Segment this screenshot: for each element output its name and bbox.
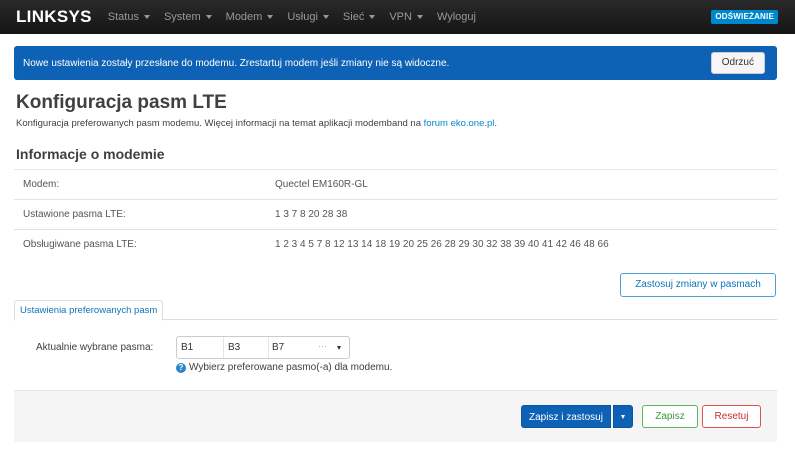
band-chip: B3 <box>228 342 241 353</box>
save-apply-button[interactable]: Zapisz i zastosuj <box>521 405 611 428</box>
tab-preferred-bands[interactable]: Ustawienia preferowanych pasm <box>14 300 164 321</box>
save-apply-dropdown-toggle[interactable] <box>612 405 633 428</box>
description-suffix: . <box>494 118 498 129</box>
nav-menu-modem-label: Modem <box>225 11 263 23</box>
table-row: Ustawione pasma LTE: 1 3 7 8 20 28 38 <box>14 199 777 229</box>
description-text: Konfiguracja preferowanych pasm modemu. … <box>16 118 424 129</box>
nav-menu-modem[interactable]: Modem <box>226 11 274 23</box>
dismiss-button[interactable]: Odrzuć <box>710 52 765 74</box>
nav-menu-services-label: Usługi <box>287 11 318 23</box>
chevron-down-icon <box>369 15 376 19</box>
nav-menu-vpn[interactable]: VPN <box>389 11 423 23</box>
refresh-badge[interactable]: ODŚWIEŻANIE <box>711 10 778 24</box>
info-label: Obsługiwane pasma LTE: <box>23 239 137 250</box>
chevron-down-icon <box>267 15 274 19</box>
chip-divider <box>268 337 269 358</box>
info-alert: Nowe ustawienia zostały przesłane do mod… <box>14 46 777 80</box>
save-button[interactable]: Zapisz <box>642 405 698 428</box>
tab-bar: Ustawienia preferowanych pasm <box>14 300 777 321</box>
nav-logout[interactable]: Wyloguj <box>437 11 476 23</box>
question-icon: ? <box>176 362 186 373</box>
nav-menu-network[interactable]: Sieć <box>342 11 376 23</box>
band-chip: B1 <box>181 342 194 353</box>
page-description: Konfiguracja preferowanych pasm modemu. … <box>16 118 497 129</box>
chevron-down-icon <box>337 346 341 350</box>
nav-menu-system[interactable]: System <box>164 11 212 23</box>
nav-menu-system-label: System <box>163 11 201 23</box>
band-chip: B7 <box>272 342 285 353</box>
more-bands-indicator: ··· <box>318 341 327 351</box>
apply-bands-button[interactable]: Zastosuj zmiany w pasmach <box>620 273 776 297</box>
reset-button[interactable]: Resetuj <box>702 405 761 428</box>
info-label: Modem: <box>23 179 60 190</box>
info-value: Quectel EM160R-GL <box>275 179 368 190</box>
band-multiselect[interactable]: B1 B3 B7 ··· <box>176 336 350 359</box>
chevron-down-icon <box>416 15 423 19</box>
nav-menu-vpn-label: VPN <box>389 11 412 23</box>
table-row: Modem: Quectel EM160R-GL <box>14 169 777 199</box>
info-value: 1 2 3 4 5 7 8 12 13 14 18 19 20 25 26 28… <box>275 239 609 250</box>
modem-info-table: Modem: Quectel EM160R-GL Ustawione pasma… <box>14 169 777 259</box>
help-text: Wybierz preferowane pasmo(-a) dla modemu… <box>189 362 393 373</box>
chevron-down-icon <box>143 15 150 19</box>
brand-logo[interactable]: LINKSYS <box>16 7 92 27</box>
chip-divider <box>223 337 224 358</box>
nav-menu-services[interactable]: Usługi <box>287 11 329 23</box>
save-apply-split-button: Zapisz i zastosuj <box>521 405 633 428</box>
top-navbar: LINKSYS Status System Modem Usługi Sieć … <box>0 0 795 34</box>
chevron-down-icon <box>205 15 212 19</box>
page-title: Konfiguracja pasm LTE <box>16 92 227 113</box>
info-label: Ustawione pasma LTE: <box>23 209 126 220</box>
nav-menu-network-label: Sieć <box>342 11 365 23</box>
chevron-down-icon <box>322 15 329 19</box>
modem-info-title: Informacje o modemie <box>16 146 165 162</box>
selected-bands-label: Aktualnie wybrane pasma: <box>36 342 154 353</box>
nav-menu-status-label: Status <box>107 11 139 23</box>
alert-message: Nowe ustawienia zostały przesłane do mod… <box>23 57 450 69</box>
help-text-row: ? Wybierz preferowane pasmo(-a) dla mode… <box>176 362 392 373</box>
nav-menu-status[interactable]: Status <box>108 11 150 23</box>
forum-link[interactable]: forum eko.one.pl <box>424 118 495 129</box>
table-row: Obsługiwane pasma LTE: 1 2 3 4 5 7 8 12 … <box>14 229 777 259</box>
info-value: 1 3 7 8 20 28 38 <box>275 209 348 220</box>
